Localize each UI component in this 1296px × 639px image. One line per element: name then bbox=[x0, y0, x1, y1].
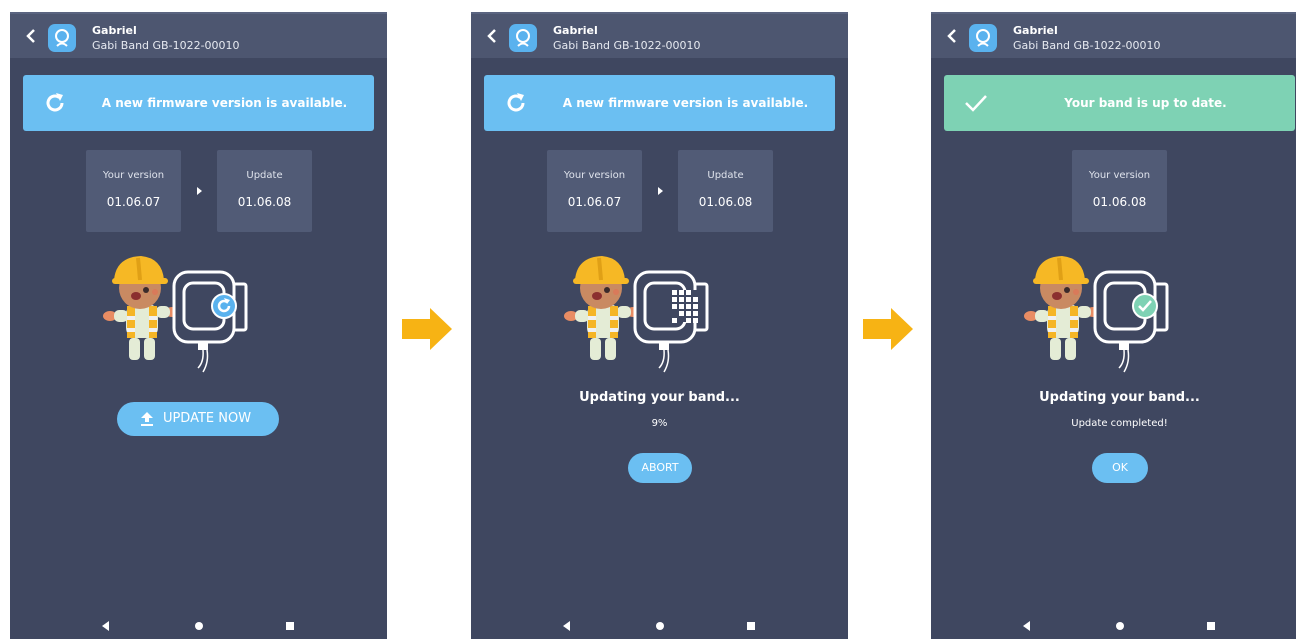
progress-grid-cell bbox=[679, 304, 684, 309]
firmware-available-banner: A new firmware version is available. bbox=[484, 75, 835, 131]
updating-title: Updating your band... bbox=[579, 390, 740, 405]
progress-grid-cell bbox=[672, 297, 677, 302]
progress-grid-cell bbox=[672, 304, 677, 309]
screen-updating: Gabriel Gabi Band GB-1022-00010 A new fi… bbox=[471, 12, 848, 639]
screen-update-available: Gabriel Gabi Band GB-1022-00010 A new fi… bbox=[10, 12, 387, 639]
device-name: Gabi Band GB-1022-00010 bbox=[1013, 39, 1161, 52]
update-completed-text: Update completed! bbox=[1071, 418, 1168, 429]
gabi-logo-icon bbox=[48, 24, 76, 52]
user-name: Gabriel bbox=[1013, 24, 1058, 37]
nav-recents-icon[interactable] bbox=[286, 622, 294, 630]
progress-grid-cell bbox=[686, 304, 691, 309]
progress-grid-cell bbox=[693, 297, 698, 302]
check-icon bbox=[965, 95, 987, 112]
arrow-right-icon bbox=[197, 187, 202, 195]
current-version-label: Your version bbox=[1088, 170, 1151, 181]
current-version-value: 01.06.08 bbox=[1092, 195, 1147, 209]
progress-grid-icon bbox=[671, 290, 699, 323]
arrow-right-icon bbox=[658, 187, 663, 195]
banner-text: A new firmware version is available. bbox=[562, 96, 809, 110]
nav-back-icon[interactable] bbox=[563, 621, 570, 631]
progress-grid-cell bbox=[686, 318, 691, 323]
current-version-label: Your version bbox=[563, 170, 626, 181]
progress-grid-cell bbox=[686, 290, 691, 295]
screen-up-to-date: Gabriel Gabi Band GB-1022-00010 Your ban… bbox=[931, 12, 1296, 639]
progress-grid-cell bbox=[679, 290, 684, 295]
chevron-left-icon[interactable] bbox=[24, 26, 38, 46]
nav-recents-icon[interactable] bbox=[1207, 622, 1215, 630]
current-version-box: Your version 01.06.08 bbox=[1072, 150, 1167, 232]
refresh-icon bbox=[46, 93, 64, 112]
device-name: Gabi Band GB-1022-00010 bbox=[92, 39, 240, 52]
progress-grid-cell bbox=[672, 290, 677, 295]
progress-grid-cell bbox=[686, 297, 691, 302]
update-version-value: 01.06.08 bbox=[237, 195, 292, 209]
top-bar: Gabriel Gabi Band GB-1022-00010 bbox=[471, 12, 848, 58]
nav-back-icon[interactable] bbox=[102, 621, 109, 631]
update-now-label: UPDATE NOW bbox=[162, 411, 252, 426]
progress-grid-cell bbox=[679, 311, 684, 316]
update-version-label: Update bbox=[707, 170, 744, 181]
gabi-logo-icon bbox=[509, 24, 537, 52]
top-bar: Gabriel Gabi Band GB-1022-00010 bbox=[10, 12, 387, 58]
progress-percent: 9% bbox=[651, 418, 668, 429]
ok-button[interactable]: OK bbox=[1092, 453, 1148, 483]
update-version-box: Update 01.06.08 bbox=[678, 150, 773, 232]
chevron-left-icon[interactable] bbox=[485, 26, 499, 46]
user-name: Gabriel bbox=[553, 24, 598, 37]
nav-back-icon[interactable] bbox=[1023, 621, 1030, 631]
banner-text: Your band is up to date. bbox=[1064, 96, 1227, 110]
flow-arrow-icon bbox=[863, 308, 913, 350]
banner-text: A new firmware version is available. bbox=[101, 96, 348, 110]
update-version-box: Update 01.06.08 bbox=[217, 150, 312, 232]
progress-grid-cell bbox=[686, 311, 691, 316]
device-name: Gabi Band GB-1022-00010 bbox=[553, 39, 701, 52]
android-navbar bbox=[931, 613, 1296, 639]
refresh-icon bbox=[507, 93, 525, 112]
current-version-box: Your version 01.06.07 bbox=[547, 150, 642, 232]
nav-home-icon[interactable] bbox=[195, 622, 203, 630]
nav-home-icon[interactable] bbox=[656, 622, 664, 630]
android-navbar bbox=[10, 613, 387, 639]
user-name: Gabriel bbox=[92, 24, 137, 37]
android-navbar bbox=[471, 613, 848, 639]
top-bar: Gabriel Gabi Band GB-1022-00010 bbox=[931, 12, 1296, 58]
current-version-label: Your version bbox=[102, 170, 165, 181]
firmware-available-banner: A new firmware version is available. bbox=[23, 75, 374, 131]
chevron-left-icon[interactable] bbox=[945, 26, 959, 46]
worker-band-illustration bbox=[1023, 254, 1169, 374]
progress-grid-cell bbox=[672, 318, 677, 323]
abort-button[interactable]: ABORT bbox=[628, 453, 692, 483]
progress-grid-cell bbox=[679, 297, 684, 302]
current-version-value: 01.06.07 bbox=[106, 195, 161, 209]
upload-icon bbox=[141, 412, 153, 426]
nav-home-icon[interactable] bbox=[1116, 622, 1124, 630]
worker-band-illustration bbox=[563, 254, 709, 374]
update-version-value: 01.06.08 bbox=[698, 195, 753, 209]
current-version-value: 01.06.07 bbox=[567, 195, 622, 209]
current-version-box: Your version 01.06.07 bbox=[86, 150, 181, 232]
up-to-date-banner: Your band is up to date. bbox=[944, 75, 1295, 131]
worker-band-illustration bbox=[102, 254, 248, 374]
flow-arrow-icon bbox=[402, 308, 452, 350]
update-now-button[interactable]: UPDATE NOW bbox=[117, 402, 279, 436]
nav-recents-icon[interactable] bbox=[747, 622, 755, 630]
progress-grid-cell bbox=[693, 318, 698, 323]
updating-title: Updating your band... bbox=[1039, 390, 1200, 405]
update-version-label: Update bbox=[246, 170, 283, 181]
progress-grid-cell bbox=[693, 311, 698, 316]
gabi-logo-icon bbox=[969, 24, 997, 52]
progress-grid-cell bbox=[693, 304, 698, 309]
